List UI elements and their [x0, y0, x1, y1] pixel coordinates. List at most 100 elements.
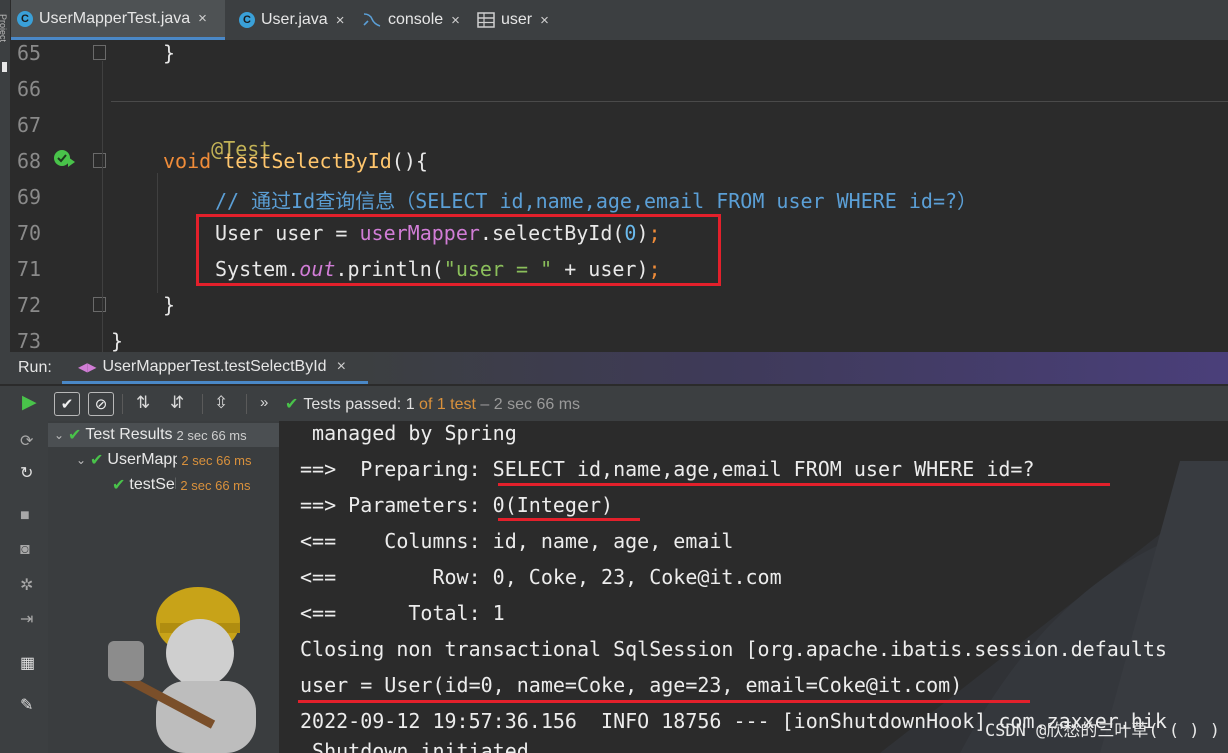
console-icon [363, 13, 381, 27]
project-tool-strip[interactable]: Project [0, 0, 11, 352]
toggle-auto-test-icon[interactable]: ⟳ [20, 431, 33, 451]
tab-usermappertest[interactable]: C UserMapperTest.java × [11, 0, 225, 40]
keyword-token: void [163, 149, 224, 173]
line-number: 65 [17, 41, 42, 65]
run-label: Run: [18, 359, 52, 376]
line-number: 68 [17, 149, 42, 173]
console-line: Closing non transactional SqlSession [or… [300, 637, 1167, 661]
console-line: Shutdown initiated [300, 739, 529, 753]
pin-icon[interactable]: ✎ [20, 695, 33, 715]
method-separator [111, 101, 1228, 102]
console-line: <== Total: 1 [300, 601, 505, 625]
tab-label: user [501, 11, 533, 28]
tree-row-label: UserMapperTest [107, 451, 177, 468]
close-icon[interactable]: × [198, 10, 207, 27]
line-number: 73 [17, 329, 42, 352]
indent-guide [157, 173, 158, 293]
indent-guide [102, 61, 103, 352]
tree-row-test-results[interactable]: ⌄ ✔ Test Results 2 sec 66 ms [48, 423, 279, 447]
line-number: 66 [17, 77, 42, 101]
exit-icon[interactable]: ⇥ [20, 609, 33, 629]
method-name-token: testSelectById [223, 149, 392, 173]
line-number: 72 [17, 293, 42, 317]
class-icon: C [17, 10, 33, 27]
run-tool-window-header: Run: ◀▶ UserMapperTest.testSelectById × [0, 352, 1228, 384]
project-tool-label[interactable]: Project [0, 14, 8, 42]
check-icon: ✔ [285, 396, 299, 413]
more-actions-icon[interactable]: » [260, 394, 268, 411]
layout-icon[interactable]: ▦ [20, 653, 35, 673]
close-icon[interactable]: × [337, 358, 346, 376]
test-status: ✔ Tests passed: 1 of 1 test – 2 sec 66 ms [285, 394, 580, 414]
console-line: <== Columns: id, name, age, email [300, 529, 734, 553]
tree-row-label: Test Results [85, 426, 173, 443]
console-line: ==> Preparing: SELECT id,name,age,email … [300, 457, 1035, 481]
close-icon[interactable]: × [540, 12, 549, 29]
check-icon: ✔ [68, 427, 82, 444]
code-token: (){ [391, 149, 428, 173]
run-tab[interactable]: ◀▶ UserMapperTest.testSelectById × [62, 352, 368, 384]
check-icon: ✔ [112, 477, 126, 494]
console-line: <== Row: 0, Coke, 23, Coke@it.com [300, 565, 782, 589]
total-count: of 1 test [414, 396, 476, 413]
tab-user-table[interactable]: user × [471, 0, 549, 40]
toolbar-divider [202, 394, 203, 414]
tab-console[interactable]: console × [356, 0, 460, 40]
code-editor[interactable]: 65 66 67 68 69 70 71 72 73 } @Test void … [11, 41, 1228, 352]
line-number: 69 [17, 185, 42, 209]
comment-token: // 通过Id查询信息（SELECT id,name,age,email FRO… [215, 189, 978, 213]
rerun-failed-icon[interactable]: ↻ [20, 463, 33, 483]
tree-row-time: 2 sec 66 ms [176, 427, 247, 443]
close-icon[interactable]: × [336, 12, 345, 29]
watermark: CSDN @欣愁的三叶草( ( ) ) [984, 721, 1220, 741]
tab-label: UserMapperTest.java [39, 9, 191, 27]
show-passed-toggle[interactable]: ✔ [54, 392, 80, 416]
tree-row-method[interactable]: ✔ testSelectById 2 sec 66 ms [48, 473, 279, 497]
code-line-68: void testSelectById(){ [163, 149, 428, 173]
console-output[interactable]: managed by Spring ==> Preparing: SELECT … [280, 421, 1228, 753]
fold-marker-icon[interactable] [93, 153, 106, 168]
check-icon: ✔ [90, 452, 104, 469]
chevron-down-icon[interactable]: ⌄ [54, 428, 68, 442]
background-figure-image [108, 587, 256, 753]
header-band [368, 352, 1228, 384]
run-side-toolbar: ⟳ ↻ ■ ◙ ✲ ⇥ ▦ ✎ [0, 421, 48, 753]
console-line: ==> Parameters: 0(Integer) [300, 493, 614, 517]
run-test-icon[interactable] [53, 148, 77, 170]
run-config-icon: ◀▶ [78, 359, 97, 374]
line-number: 70 [17, 221, 42, 245]
rerun-icon[interactable]: ▶ [22, 391, 37, 414]
toolbar-divider [122, 394, 123, 414]
stop-icon[interactable]: ■ [20, 507, 30, 525]
tab-user-java[interactable]: C User.java × [233, 0, 344, 40]
sort-alpha-icon[interactable]: ⇅ [136, 393, 150, 413]
code-line-72: } [163, 293, 176, 317]
toolbar-divider [246, 394, 247, 414]
code-line-69: // 通过Id查询信息（SELECT id,name,age,email FRO… [215, 185, 977, 214]
code-line-65: } [163, 41, 176, 65]
console-line: user = User(id=0, name=Coke, age=23, ema… [300, 673, 963, 697]
fold-marker-icon[interactable] [93, 297, 106, 312]
duration: – 2 sec 66 ms [475, 396, 581, 413]
status-prefix: Tests passed: [303, 396, 406, 413]
tab-label: User.java [261, 11, 328, 28]
run-tab-label: UserMapperTest.testSelectById [102, 357, 327, 375]
test-results-tree[interactable]: ⌄ ✔ Test Results 2 sec 66 ms ⌄ ✔ UserMap… [48, 421, 280, 753]
sort-duration-icon[interactable]: ⇵ [170, 393, 184, 413]
project-tool-marker [2, 62, 7, 72]
line-number: 67 [17, 113, 42, 137]
settings-icon[interactable]: ✲ [20, 575, 33, 595]
line-number: 71 [17, 257, 42, 281]
chevron-down-icon[interactable]: ⌄ [76, 453, 90, 467]
close-icon[interactable]: × [451, 12, 460, 29]
tree-row-label: testSelectById [129, 476, 177, 493]
console-line: managed by Spring [300, 421, 517, 445]
show-ignored-toggle[interactable]: ⊘ [88, 392, 114, 416]
tree-row-class[interactable]: ⌄ ✔ UserMapperTest 2 sec 66 ms [48, 448, 279, 472]
tree-row-time: 2 sec 66 ms [181, 452, 252, 468]
class-icon: C [239, 12, 255, 28]
expand-all-icon[interactable]: ⇳ [214, 393, 228, 413]
fold-marker-icon[interactable] [93, 45, 106, 60]
camera-icon[interactable]: ◙ [20, 541, 30, 559]
tab-label: console [388, 11, 444, 28]
